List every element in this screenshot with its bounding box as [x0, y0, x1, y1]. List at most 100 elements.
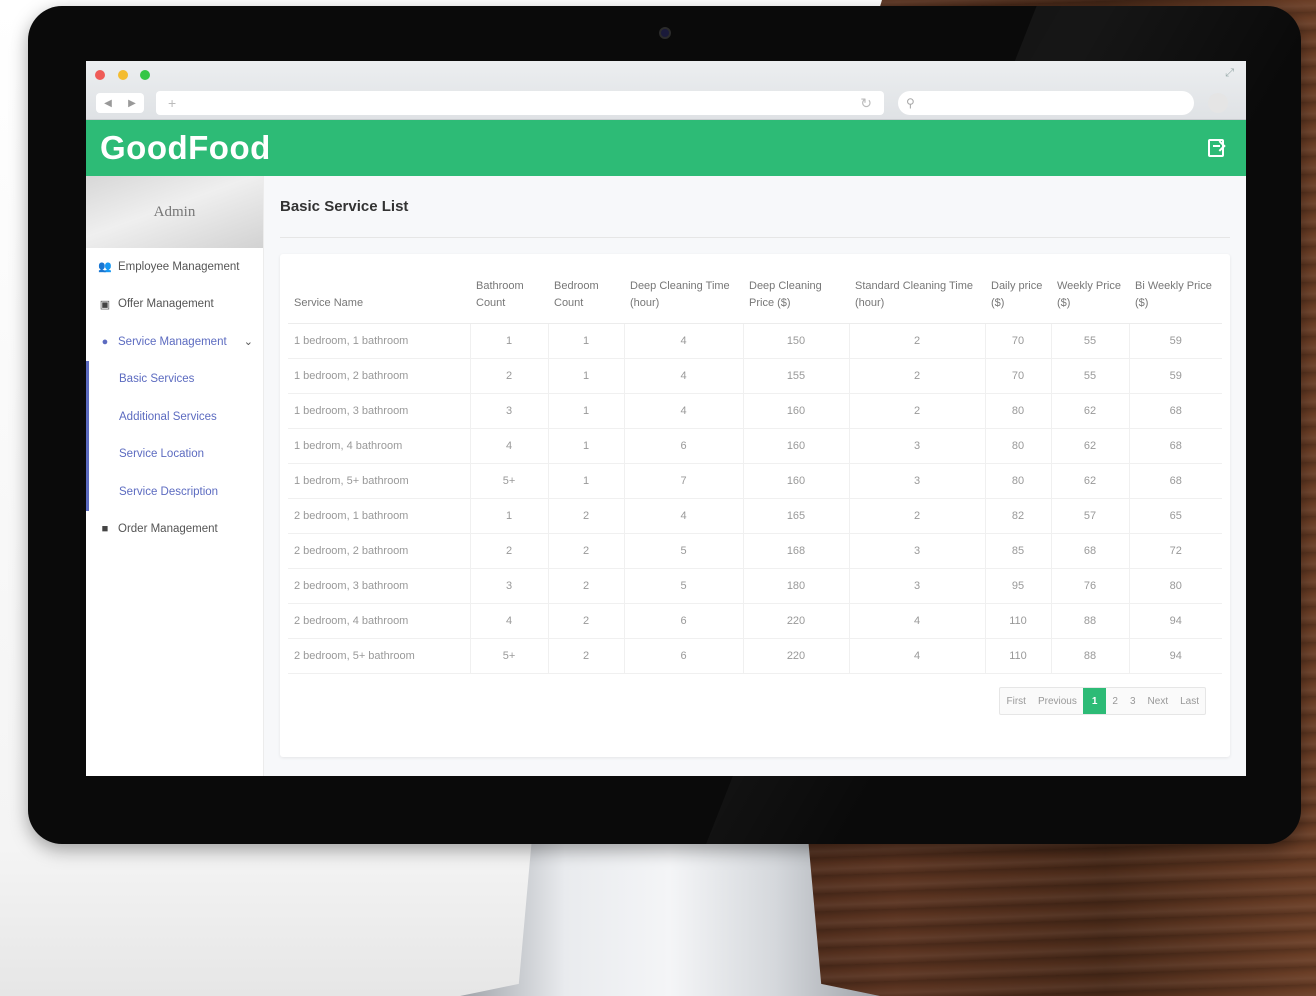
sidebar-item-offer-management[interactable]: ▣ Offer Management [86, 286, 263, 324]
browser-chrome: ◀ ▶ + ↻ ⚲ ⤢ [86, 61, 1246, 120]
back-arrow-icon[interactable]: ◀ [104, 98, 112, 109]
column-header[interactable]: Deep Cleaning Time (hour) [624, 272, 743, 324]
table-cell: 2 [548, 533, 625, 569]
chevron-down-icon[interactable]: ⌄ [244, 335, 253, 348]
pagination: First Previous 1 2 3 Next Last [999, 687, 1206, 715]
sidebar-item-order-management[interactable]: ■ Order Management [86, 511, 263, 549]
column-header[interactable]: Service Name [288, 272, 470, 324]
table-cell: 80 [985, 393, 1052, 429]
table-cell: 180 [743, 568, 850, 604]
table-row[interactable]: 2 bedroom, 2 bathroom 2 2 5 168 3 85 68 72 [288, 533, 1222, 569]
table-cell: 62 [1051, 428, 1130, 464]
service-name-cell: 1 bedrom, 5+ bathroom [288, 463, 471, 499]
service-name-cell: 2 bedroom, 3 bathroom [288, 568, 471, 604]
browser-search-input[interactable]: ⚲ [898, 91, 1194, 115]
sidebar-item-service-description[interactable]: Service Description [89, 473, 263, 511]
table-row[interactable]: 2 bedroom, 5+ bathroom 5+ 2 6 220 4 110 88 94 [288, 638, 1222, 674]
main-content: Basic Service List Service Name Bathroom… [264, 176, 1246, 776]
table-cell: 4 [624, 393, 744, 429]
table-cell: 2 [849, 358, 986, 394]
table-row[interactable]: 2 bedroom, 4 bathroom 4 2 6 220 4 110 88 94 [288, 603, 1222, 639]
table-cell: 88 [1051, 603, 1130, 639]
pagination-page-1[interactable]: 1 [1082, 688, 1107, 714]
table-cell: 1 [548, 463, 625, 499]
table-cell: 80 [1129, 568, 1222, 604]
app-logo[interactable]: GoodFood [100, 129, 271, 167]
camera-icon [659, 27, 671, 39]
service-name-cell: 1 bedroom, 1 bathroom [288, 323, 471, 359]
table-cell: 3 [849, 568, 986, 604]
pagination-last[interactable]: Last [1174, 688, 1205, 714]
address-bar[interactable]: + ↻ [156, 91, 884, 115]
table-cell: 110 [985, 603, 1052, 639]
table-row[interactable]: 2 bedroom, 3 bathroom 3 2 5 180 3 95 76 80 [288, 568, 1222, 604]
window-close-dot[interactable] [95, 70, 105, 80]
table-cell: 1 [548, 323, 625, 359]
pagination-page-2[interactable]: 2 [1106, 688, 1124, 714]
sidebar-item-employee-management[interactable]: 👥 Employee Management [86, 248, 263, 286]
table-cell: 165 [743, 498, 850, 534]
table-cell: 3 [470, 393, 549, 429]
table-cell: 6 [624, 428, 744, 464]
service-table: Service Name Bathroom Count Bedroom Coun… [288, 272, 1222, 674]
table-row[interactable]: 1 bedroom, 2 bathroom 2 1 4 155 2 70 55 59 [288, 358, 1222, 394]
table-cell: 160 [743, 393, 850, 429]
sidebar-item-label: Service Management [118, 335, 227, 348]
window-minimize-dot[interactable] [118, 70, 128, 80]
table-cell: 3 [470, 568, 549, 604]
table-cell: 3 [849, 428, 986, 464]
column-header[interactable]: Weekly Price ($) [1051, 272, 1129, 324]
table-cell: 62 [1051, 463, 1130, 499]
table-cell: 59 [1129, 323, 1222, 359]
table-cell: 4 [624, 498, 744, 534]
sidebar-item-basic-services[interactable]: Basic Services [89, 361, 263, 399]
table-cell: 220 [743, 603, 850, 639]
table-cell: 94 [1129, 603, 1222, 639]
table-cell: 3 [849, 463, 986, 499]
reload-icon[interactable]: ↻ [860, 95, 872, 112]
logout-icon[interactable] [1208, 139, 1224, 157]
table-cell: 1 [548, 428, 625, 464]
forward-arrow-icon[interactable]: ▶ [128, 98, 136, 109]
table-cell: 59 [1129, 358, 1222, 394]
sidebar-item-label: Offer Management [118, 298, 214, 311]
sidebar-item-additional-services[interactable]: Additional Services [89, 398, 263, 436]
pagination-previous[interactable]: Previous [1032, 688, 1083, 714]
table-cell: 82 [985, 498, 1052, 534]
table-cell: 57 [1051, 498, 1130, 534]
table-cell: 160 [743, 428, 850, 464]
table-row[interactable]: 1 bedrom, 4 bathroom 4 1 6 160 3 80 62 68 [288, 428, 1222, 464]
table-cell: 65 [1129, 498, 1222, 534]
column-header[interactable]: Deep Cleaning Price ($) [743, 272, 849, 324]
sidebar-item-service-location[interactable]: Service Location [89, 436, 263, 474]
column-header[interactable]: Daily price ($) [985, 272, 1051, 324]
column-header[interactable]: Standard Cleaning Time (hour) [849, 272, 985, 324]
app-body: Admin 👥 Employee Management ▣ Offer Mana… [86, 176, 1246, 776]
table-cell: 76 [1051, 568, 1130, 604]
table-cell: 160 [743, 463, 850, 499]
column-header[interactable]: Bedroom Count [548, 272, 624, 324]
new-tab-plus-icon[interactable]: + [168, 95, 176, 111]
table-cell: 5+ [470, 463, 549, 499]
table-cell: 5 [624, 568, 744, 604]
table-cell: 110 [985, 638, 1052, 674]
table-cell: 55 [1051, 358, 1130, 394]
service-name-cell: 1 bedroom, 2 bathroom [288, 358, 471, 394]
expand-icon[interactable]: ⤢ [1225, 67, 1234, 80]
column-header[interactable]: Bathroom Count [470, 272, 548, 324]
window-maximize-dot[interactable] [140, 70, 150, 80]
table-cell: 2 [548, 498, 625, 534]
table-row[interactable]: 1 bedroom, 3 bathroom 3 1 4 160 2 80 62 68 [288, 393, 1222, 429]
table-row[interactable]: 1 bedrom, 5+ bathroom 5+ 1 7 160 3 80 62 68 [288, 463, 1222, 499]
sidebar-item-service-management[interactable]: ● Service Management ⌄ [86, 323, 263, 361]
column-header[interactable]: Bi Weekly Price ($) [1129, 272, 1222, 324]
browser-menu-button[interactable] [1208, 93, 1228, 113]
pagination-next[interactable]: Next [1142, 688, 1175, 714]
table-cell: 3 [849, 533, 986, 569]
table-row[interactable]: 2 bedroom, 1 bathroom 1 2 4 165 2 82 57 65 [288, 498, 1222, 534]
pagination-first[interactable]: First [1000, 688, 1031, 714]
table-row[interactable]: 1 bedroom, 1 bathroom 1 1 4 150 2 70 55 59 [288, 323, 1222, 359]
screen: ◀ ▶ + ↻ ⚲ ⤢ GoodFood Admin 👥 Employee Ma… [86, 61, 1246, 776]
pagination-page-3[interactable]: 3 [1124, 688, 1142, 714]
table-cell: 70 [985, 323, 1052, 359]
